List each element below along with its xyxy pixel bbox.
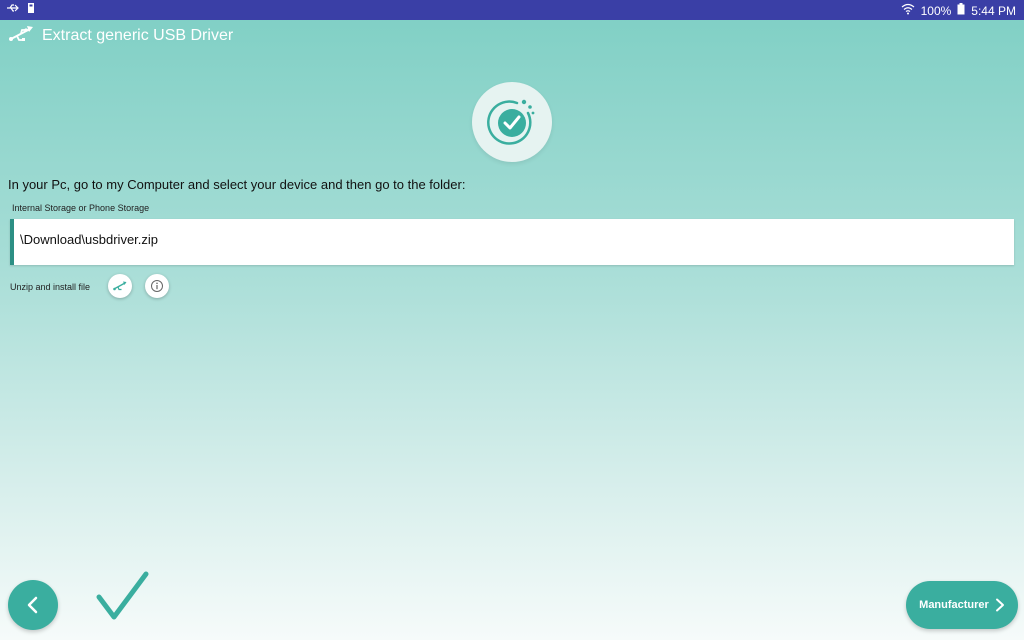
app-title: Extract generic USB Driver [42,27,234,44]
success-badge [472,82,552,162]
battery-icon [957,3,965,18]
unzip-button[interactable] [108,274,132,298]
chevron-left-icon [27,596,38,614]
storage-label: Internal Storage or Phone Storage [12,203,150,213]
manufacturer-button[interactable]: Manufacturer [906,581,1018,629]
battery-percent: 100% [920,3,952,18]
check-icon [96,570,150,627]
check-circle-icon [487,99,535,145]
usb-notification-icon [6,2,20,17]
app-header: Extract generic USB Driver [8,24,233,48]
unzip-label: Unzip and install file [10,282,91,292]
info-button[interactable] [145,274,169,298]
usb-icon [8,23,34,50]
status-left-icons [6,2,36,17]
instruction-text: In your Pc, go to my Computer and select… [8,177,466,192]
info-icon [151,280,163,292]
path-field[interactable]: \Download\usbdriver.zip [10,219,1014,265]
chevron-right-icon [995,598,1004,612]
status-bar: 100% 5:44 PM [0,0,1024,20]
clock: 5:44 PM [971,3,1016,18]
sd-card-icon [26,2,36,17]
status-right-icons: 100% 5:44 PM [901,3,1016,18]
manufacturer-label: Manufacturer [919,599,989,611]
path-value: \Download\usbdriver.zip [20,232,159,247]
back-button[interactable] [8,580,58,630]
wifi-icon [901,3,915,18]
usb-icon [113,281,127,291]
